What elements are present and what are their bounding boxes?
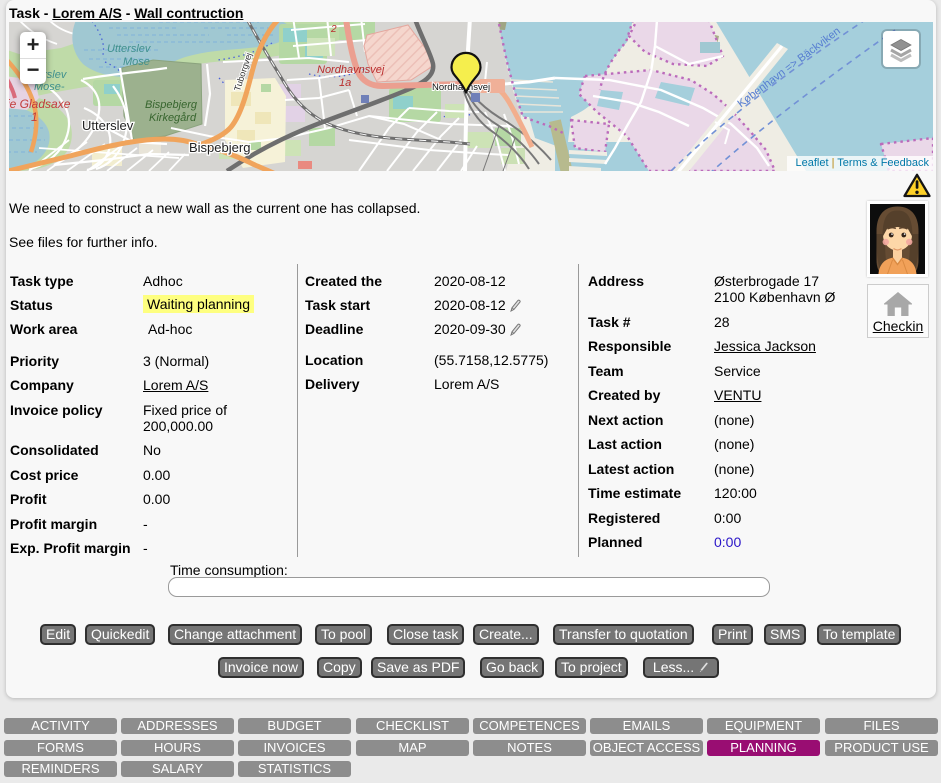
svg-text:Kirkegård: Kirkegård [149,112,197,124]
svg-text:1a: 1a [339,77,351,89]
svg-text:Nordhavnsvej: Nordhavnsvej [317,64,385,76]
svg-text:Bispebjerg: Bispebjerg [189,140,250,155]
svg-text:je Gladsaxe: je Gladsaxe [9,97,71,111]
svg-text:Mose: Mose [123,56,150,68]
svg-text:Utterslev: Utterslev [82,118,134,133]
svg-text:Bispebjerg: Bispebjerg [145,99,198,111]
svg-text:Utterslev: Utterslev [107,43,152,55]
svg-text:2: 2 [330,24,337,35]
svg-text:1: 1 [31,110,38,124]
